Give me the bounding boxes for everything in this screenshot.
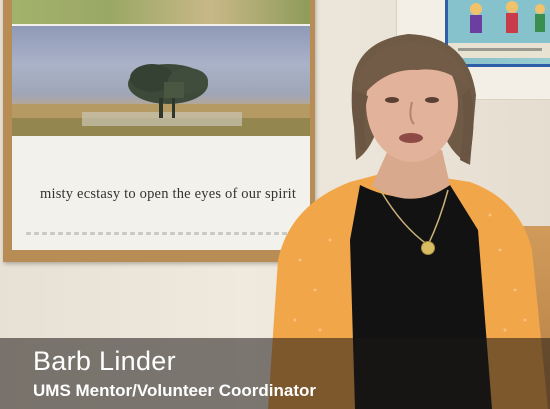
video-frame: misty ecstasy to open the eyes of our sp…	[0, 0, 550, 409]
speaker-title: UMS Mentor/Volunteer Coordinator	[33, 381, 317, 400]
speaker-name: Barb Linder	[33, 346, 176, 376]
